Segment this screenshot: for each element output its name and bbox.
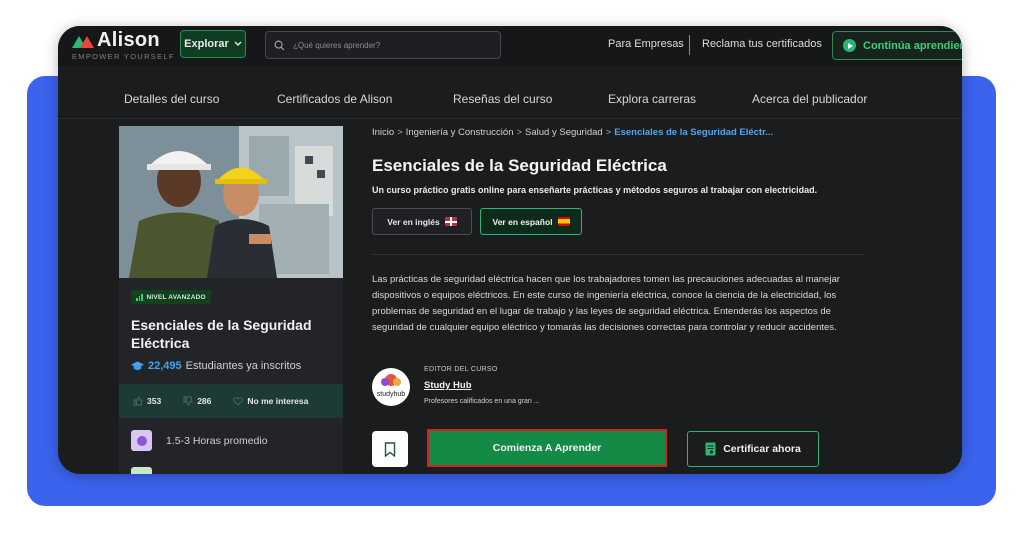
explore-label: Explorar xyxy=(184,38,229,50)
like-count: 353 xyxy=(147,396,162,406)
course-section-nav: Detalles del curso Certificados de Aliso… xyxy=(58,84,962,114)
course-summary-card: NIVEL AVANZADO Esenciales de la Segurida… xyxy=(119,126,343,474)
dislike-button[interactable]: 286 xyxy=(183,396,211,406)
browser-window: Alison EMPOWER YOURSELF Explorar Para Em… xyxy=(58,26,962,474)
nav-course-details[interactable]: Detalles del curso xyxy=(124,92,219,106)
like-button[interactable]: 353 xyxy=(133,396,161,406)
nav-divider xyxy=(58,118,962,119)
business-link[interactable]: Para Empresas xyxy=(608,38,684,50)
card-course-title: Esenciales de la Seguridad Eléctrica xyxy=(131,317,312,351)
duration-info: 1.5-3 Horas promedio xyxy=(131,430,268,451)
publisher-avatar[interactable]: studyhub xyxy=(372,368,410,406)
logo-text: Alison xyxy=(97,29,160,51)
enrolled-count: 22,495 Estudiantes ya inscritos xyxy=(131,360,301,372)
start-learning-button[interactable]: Comienza A Aprender xyxy=(427,429,667,467)
view-in-english-label: Ver en inglés xyxy=(387,216,440,227)
search-box[interactable] xyxy=(265,31,501,59)
thumbs-up-icon xyxy=(133,396,143,406)
heart-off-icon xyxy=(233,397,244,406)
top-navbar: Alison EMPOWER YOURSELF Explorar Para Em… xyxy=(58,26,962,66)
continue-learning-button[interactable]: Continúa aprendiendo xyxy=(832,31,962,60)
breadcrumb-engineering[interactable]: Ingeniería y Construcción xyxy=(406,127,514,138)
graduation-cap-icon xyxy=(131,361,144,370)
publisher-name-link[interactable]: Study Hub xyxy=(424,380,472,391)
publisher-label: EDITOR DEL CURSO xyxy=(424,366,498,373)
course-description: Las prácticas de seguridad eléctrica hac… xyxy=(372,274,840,333)
view-in-spanish-button[interactable]: Ver en español xyxy=(480,208,582,235)
view-in-spanish-label: Ver en español xyxy=(492,216,553,227)
search-icon xyxy=(274,40,285,51)
breadcrumb-current: Esenciales de la Seguridad Eléctr... xyxy=(614,127,774,138)
thumbs-down-icon xyxy=(183,396,193,406)
alison-logo-icon xyxy=(72,34,94,48)
duration-label: 1.5-3 Horas promedio xyxy=(166,434,268,447)
spain-flag-icon xyxy=(557,217,570,226)
certify-now-button[interactable]: Certificar ahora xyxy=(687,431,819,467)
enrolled-number: 22,495 xyxy=(148,360,182,372)
not-interested-button[interactable]: No me interesa xyxy=(233,396,308,406)
nav-about-publisher[interactable]: Acerca del publicador xyxy=(752,92,867,106)
bookmark-button[interactable] xyxy=(372,431,408,467)
certificate-icon xyxy=(131,467,152,474)
breadcrumb: Inicio > Ingeniería y Construcción > Salud y… xyxy=(372,127,774,138)
certificate-doc-icon xyxy=(705,442,716,456)
certify-now-label: Certificar ahora xyxy=(723,443,801,455)
clock-icon xyxy=(131,430,152,451)
enrolled-label: Estudiantes ya inscritos xyxy=(185,360,302,372)
not-interested-label: No me interesa xyxy=(247,396,309,406)
nav-alison-certificates[interactable]: Certificados de Alison xyxy=(277,92,392,106)
chevron-down-icon xyxy=(234,41,242,46)
logo-tagline: EMPOWER YOURSELF xyxy=(72,52,175,61)
breadcrumb-health-safety[interactable]: Salud y Seguridad xyxy=(525,127,603,138)
nav-course-reviews[interactable]: Reseñas del curso xyxy=(453,92,552,106)
publisher-description: Profesores calificados en una gran ... xyxy=(424,398,540,405)
nav-explore-careers[interactable]: Explora carreras xyxy=(608,92,696,106)
page-title: Esenciales de la Seguridad Eléctrica xyxy=(372,156,667,175)
search-input[interactable] xyxy=(291,39,495,51)
topbar-divider xyxy=(689,35,690,55)
alison-logo[interactable]: Alison EMPOWER YOURSELF xyxy=(72,29,175,61)
dislike-count: 286 xyxy=(197,396,212,406)
play-icon xyxy=(843,39,856,52)
course-image xyxy=(119,126,343,278)
uk-flag-icon xyxy=(444,217,457,226)
continue-label: Continúa aprendiendo xyxy=(863,39,962,52)
rating-bar: 353 286 No me interesa xyxy=(119,384,343,418)
publisher-avatar-text: studyhub xyxy=(377,391,406,398)
breadcrumb-home[interactable]: Inicio xyxy=(372,127,394,138)
level-label: NIVEL AVANZADO xyxy=(146,293,206,301)
section-divider xyxy=(372,254,864,255)
bookmark-icon xyxy=(384,441,396,457)
level-bars-icon xyxy=(136,293,143,301)
explore-button[interactable]: Explorar xyxy=(180,30,246,58)
claim-certificates-link[interactable]: Reclama tus certificados xyxy=(702,38,822,50)
course-subtitle: Un curso práctico gratis online para ens… xyxy=(372,185,818,195)
view-in-english-button[interactable]: Ver en inglés xyxy=(372,208,472,235)
level-badge: NIVEL AVANZADO xyxy=(131,290,211,304)
